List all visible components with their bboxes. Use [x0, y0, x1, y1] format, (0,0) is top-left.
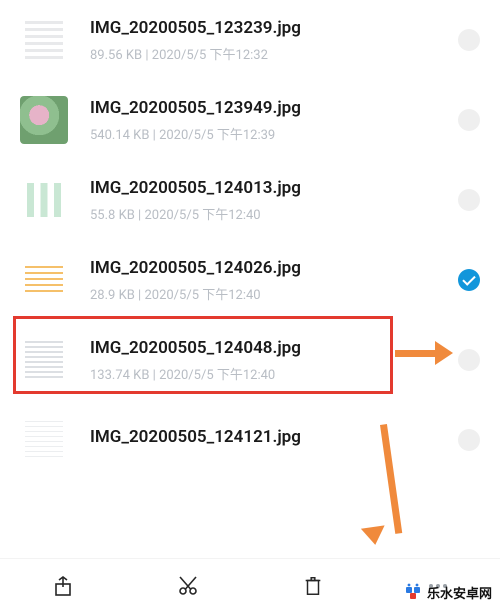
checkbox-unselected[interactable] [458, 429, 480, 451]
file-name: IMG_20200505_123949.jpg [90, 98, 448, 118]
checkbox-unselected[interactable] [458, 349, 480, 371]
watermark-text: 乐水安卓网 [427, 583, 492, 602]
watermark: 乐水安卓网 [403, 582, 492, 602]
file-item[interactable]: IMG_20200505_124013.jpg 55.8 KB | 2020/5/… [0, 160, 500, 240]
file-thumbnail [20, 256, 68, 304]
file-item[interactable]: IMG_20200505_123239.jpg 89.56 KB | 2020/5… [0, 0, 500, 80]
file-info: IMG_20200505_123239.jpg 89.56 KB | 2020/5… [90, 18, 448, 63]
file-info: IMG_20200505_124013.jpg 55.8 KB | 2020/5/… [90, 178, 448, 223]
file-name: IMG_20200505_123239.jpg [90, 18, 448, 38]
file-thumbnail [20, 416, 68, 464]
file-name: IMG_20200505_124026.jpg [90, 258, 448, 278]
cut-button[interactable] [175, 573, 201, 599]
file-thumbnail [20, 336, 68, 384]
share-button[interactable] [50, 573, 76, 599]
file-list: IMG_20200505_123239.jpg 89.56 KB | 2020/5… [0, 0, 500, 480]
file-name: IMG_20200505_124121.jpg [90, 427, 448, 447]
watermark-logo-icon [403, 582, 423, 602]
file-info: IMG_20200505_123949.jpg 540.14 KB | 2020/… [90, 98, 448, 143]
file-name: IMG_20200505_124048.jpg [90, 338, 448, 358]
file-info: IMG_20200505_124026.jpg 28.9 KB | 2020/5/… [90, 258, 448, 303]
file-item[interactable]: IMG_20200505_124121.jpg [0, 400, 500, 480]
checkbox-selected[interactable] [458, 269, 480, 291]
file-item[interactable]: IMG_20200505_123949.jpg 540.14 KB | 2020/… [0, 80, 500, 160]
trash-icon [302, 574, 324, 598]
file-thumbnail [20, 176, 68, 224]
file-meta: 28.9 KB | 2020/5/5 下午12:40 [90, 284, 448, 303]
checkbox-unselected[interactable] [458, 109, 480, 131]
checkbox-unselected[interactable] [458, 189, 480, 211]
file-meta: 133.74 KB | 2020/5/5 下午12:40 [90, 364, 448, 383]
file-meta: 540.14 KB | 2020/5/5 下午12:39 [90, 124, 448, 143]
file-meta: 55.8 KB | 2020/5/5 下午12:40 [90, 204, 448, 223]
file-info: IMG_20200505_124048.jpg 133.74 KB | 2020/… [90, 338, 448, 383]
delete-button[interactable] [300, 573, 326, 599]
file-item[interactable]: IMG_20200505_124026.jpg 28.9 KB | 2020/5/… [0, 240, 500, 320]
checkbox-unselected[interactable] [458, 29, 480, 51]
scissors-icon [176, 574, 200, 598]
file-name: IMG_20200505_124013.jpg [90, 178, 448, 198]
file-thumbnail [20, 16, 68, 64]
file-item[interactable]: IMG_20200505_124048.jpg 133.74 KB | 2020/… [0, 320, 500, 400]
file-thumbnail [20, 96, 68, 144]
file-meta: 89.56 KB | 2020/5/5 下午12:32 [90, 44, 448, 63]
share-icon [51, 574, 75, 598]
file-info: IMG_20200505_124121.jpg [90, 427, 448, 453]
